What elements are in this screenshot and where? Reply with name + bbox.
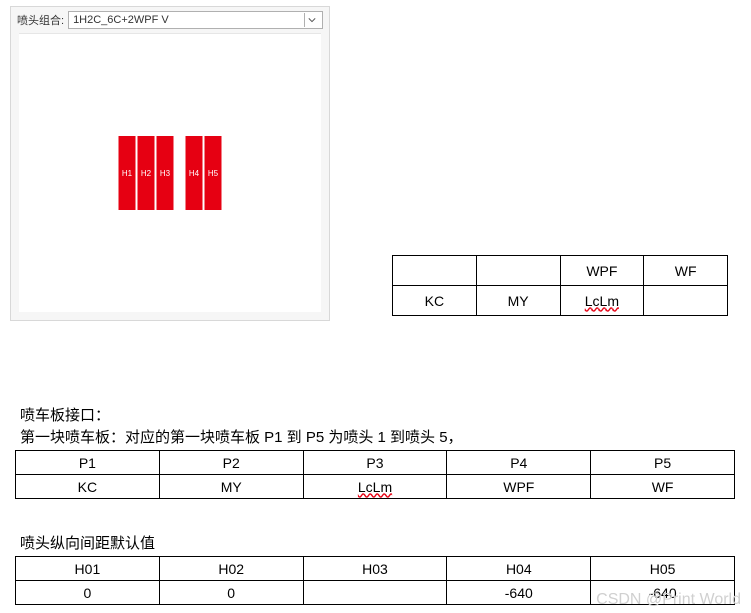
port-mapping-table: P1 P2 P3 P4 P5 KC MY LcLm WPF WF: [15, 450, 735, 499]
table-row: KC MY LcLm: [393, 286, 728, 316]
cell: P3: [303, 451, 447, 475]
cell: MY: [159, 475, 303, 499]
cell: WPF: [560, 256, 644, 286]
cell: LcLm: [303, 475, 447, 499]
cell: KC: [393, 286, 477, 316]
cell: P1: [16, 451, 160, 475]
cell: KC: [16, 475, 160, 499]
head-spacing-table: H01 H02 H03 H04 H05 0 0 -640 -640: [15, 556, 735, 605]
spellcheck-text: LcLm: [585, 293, 619, 309]
table-row: P1 P2 P3 P4 P5: [16, 451, 735, 475]
cell: LcLm: [560, 286, 644, 316]
app-window: 喷头组合: 1H2C_6C+2WPF V H1 H2 H3 H4 H5: [10, 6, 330, 321]
head-cluster-1: H1 H2 H3: [119, 136, 174, 210]
head-cluster-2: H4 H5: [186, 136, 222, 210]
cell: MY: [476, 286, 560, 316]
cell: P2: [159, 451, 303, 475]
dropdown-value: 1H2C_6C+2WPF V: [73, 14, 169, 26]
cell: WPF: [447, 475, 591, 499]
cell: [393, 256, 477, 286]
head-block: H1: [119, 136, 136, 210]
preview-canvas: H1 H2 H3 H4 H5: [19, 33, 321, 312]
table-row: 0 0 -640 -640: [16, 581, 735, 605]
head-block: H2: [138, 136, 155, 210]
chevron-down-icon: [304, 13, 318, 27]
cell: WF: [591, 475, 735, 499]
section-heading: 喷头纵向间距默认值: [20, 532, 155, 553]
cell: [476, 256, 560, 286]
cell: 0: [16, 581, 160, 605]
table-row: WPF WF: [393, 256, 728, 286]
cell: P4: [447, 451, 591, 475]
cell: [303, 581, 447, 605]
cell: [644, 286, 728, 316]
table-row: KC MY LcLm WPF WF: [16, 475, 735, 499]
cell: WF: [644, 256, 728, 286]
cell: P5: [591, 451, 735, 475]
cell: H05: [591, 557, 735, 581]
head-group: H1 H2 H3 H4 H5: [119, 136, 222, 210]
table-row: H01 H02 H03 H04 H05: [16, 557, 735, 581]
cell: H04: [447, 557, 591, 581]
cell: H03: [303, 557, 447, 581]
dropdown-row: 喷头组合: 1H2C_6C+2WPF V: [11, 7, 329, 33]
head-combo-select[interactable]: 1H2C_6C+2WPF V: [68, 11, 323, 29]
head-block: H3: [157, 136, 174, 210]
spellcheck-text: LcLm: [358, 479, 392, 495]
section-heading: 喷车板接口：: [20, 404, 110, 425]
cell: H02: [159, 557, 303, 581]
dropdown-label: 喷头组合:: [17, 12, 64, 28]
head-block: H5: [205, 136, 222, 210]
head-block: H4: [186, 136, 203, 210]
small-table: WPF WF KC MY LcLm: [392, 255, 728, 316]
cell: -640: [591, 581, 735, 605]
cell: H01: [16, 557, 160, 581]
section-description: 第一块喷车板：对应的第一块喷车板 P1 到 P5 为喷头 1 到喷头 5，: [20, 426, 463, 447]
cell: 0: [159, 581, 303, 605]
cell: -640: [447, 581, 591, 605]
